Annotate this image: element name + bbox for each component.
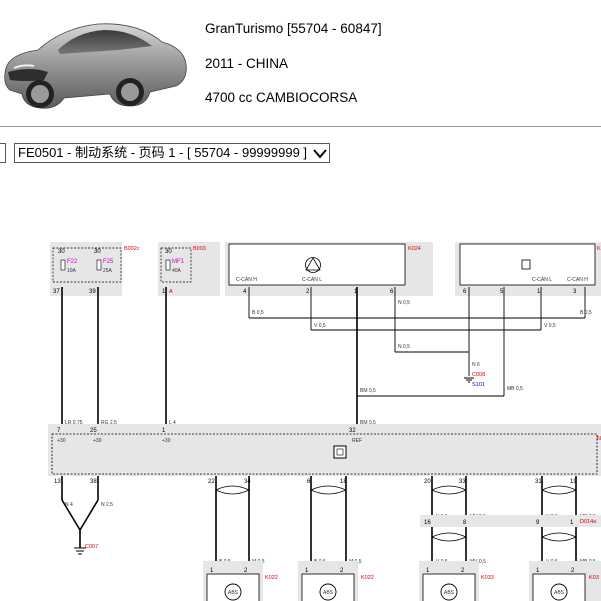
wire-label: V 0,5 bbox=[314, 323, 326, 329]
wire-label: N 0,5 bbox=[398, 300, 410, 306]
wire-label: B 0,5 bbox=[580, 310, 592, 316]
sensor-3: ABS 1 2 K033 bbox=[419, 561, 494, 601]
fusebox-b002c: 30 30 F22 10A F25 25A B002c 37 39 bbox=[50, 242, 140, 296]
pin-18: 18 bbox=[340, 479, 347, 485]
page-selector-row: FE0501 - 制动系统 - 页码 1 - [ 55704 - 9999999… bbox=[0, 142, 601, 164]
ground-c007-label: C007 bbox=[85, 544, 98, 550]
ground-c008: C008 S101 bbox=[464, 372, 485, 388]
pin-22: 22 bbox=[208, 479, 215, 485]
can-h-label-2: C-CAN H bbox=[567, 277, 588, 283]
wiring-diagram: 30 30 F22 10A F25 25A B002c 37 39 30 MF1… bbox=[48, 242, 601, 601]
main-unit-label: N bbox=[597, 436, 601, 442]
fuse-mf1-name: MF1 bbox=[172, 259, 185, 265]
main-unit: N 7 25 1 32 +30 +30 +30 REF 13 38 22 34 … bbox=[48, 424, 601, 485]
module-right: C-CAN L C-CAN H K 6 5 1 3 bbox=[455, 242, 601, 296]
page-select[interactable]: FE0501 - 制动系统 - 页码 1 - [ 55704 - 9999999… bbox=[14, 143, 331, 163]
module-right-label: K bbox=[597, 246, 601, 252]
bus-wires bbox=[248, 287, 586, 397]
wire-label: BM 0,5 bbox=[360, 388, 376, 394]
wire-label: N 6 bbox=[472, 362, 480, 368]
sensor-k033-label: K033 bbox=[481, 575, 494, 581]
ground-c007: C007 bbox=[74, 544, 98, 555]
pin-19: 19 bbox=[570, 479, 577, 485]
connector-d014a: 16 8 9 1 D014a bbox=[420, 515, 601, 527]
pin-25: 25 bbox=[90, 428, 97, 434]
pin-label: REF bbox=[352, 438, 362, 444]
fuse-f22-rating: 10A bbox=[67, 268, 77, 274]
vehicle-header: GranTurismo [55704 - 60847] 2011 - CHINA… bbox=[0, 0, 601, 128]
pin-31: 31 bbox=[535, 479, 542, 485]
pin-39: 39 bbox=[89, 289, 96, 295]
sensor-k022-label: K022 bbox=[265, 575, 278, 581]
pin-34: 34 bbox=[244, 479, 251, 485]
pin-20: 20 bbox=[424, 479, 431, 485]
fuse-mf1-top: 30 bbox=[165, 249, 172, 255]
fuse-f22-top: 30 bbox=[58, 249, 65, 255]
wire-label: MB 0,5 bbox=[507, 386, 523, 392]
wire-label: N 0,5 bbox=[398, 344, 410, 350]
abs-label: ABS bbox=[554, 590, 565, 596]
can-l-label: C-CAN L bbox=[302, 277, 322, 283]
wire-label: N 4 bbox=[65, 502, 73, 508]
sensor-k03-label: K03 bbox=[589, 575, 599, 581]
fuse-f22-name: F22 bbox=[67, 259, 78, 265]
pin-16: 16 bbox=[424, 520, 431, 526]
fusebox-b002c-label: B002c bbox=[124, 246, 140, 252]
header-divider bbox=[0, 126, 601, 127]
page-select-value: FE0501 - 制动系统 - 页码 1 - [ 55704 - 9999999… bbox=[18, 145, 308, 160]
fuse-f25-rating: 25A bbox=[103, 268, 113, 274]
fuse-mf1-rating: 40A bbox=[172, 268, 182, 274]
can-h-label: C-CAN H bbox=[236, 277, 257, 283]
pin-a-label: A bbox=[169, 289, 173, 295]
sensor-4: ABS 1 2 K03 bbox=[529, 561, 601, 601]
pin-13: 13 bbox=[54, 479, 61, 485]
twisted-pairs bbox=[215, 485, 577, 542]
model-line: GranTurismo [55704 - 60847] bbox=[205, 21, 382, 36]
abs-label: ABS bbox=[444, 590, 455, 596]
wire-label: V 0,5 bbox=[544, 323, 556, 329]
year-market: 2011 - CHINA bbox=[205, 55, 289, 71]
abs-label: ABS bbox=[228, 590, 239, 596]
sensor-2: ABS 1 2 K022 bbox=[298, 561, 374, 601]
module-k024: C-CAN H C-CAN L K024 4 2 1 6 bbox=[225, 242, 433, 296]
wire-label: N 2,5 bbox=[101, 502, 113, 508]
fusebox-b003: 30 MF1 40A B003 1 A bbox=[158, 242, 220, 296]
can-l-label-2: C-CAN L bbox=[532, 277, 552, 283]
pin-32: 32 bbox=[349, 428, 356, 434]
fusebox-b003-label: B003 bbox=[193, 246, 206, 252]
chevron-down-icon bbox=[313, 149, 327, 159]
wire-label: B 0,5 bbox=[252, 310, 264, 316]
fuse-f25-name: F25 bbox=[103, 259, 114, 265]
sensor-k022-label: K022 bbox=[361, 575, 374, 581]
vehicle-info: GranTurismo [55704 - 60847] 2011 - CHINA… bbox=[205, 20, 382, 124]
connector-d014a-label: D014a bbox=[580, 519, 597, 525]
car-image bbox=[4, 23, 187, 109]
pin-37: 37 bbox=[53, 289, 60, 295]
module-k024-label: K024 bbox=[408, 246, 421, 252]
ground-s101-label: S101 bbox=[472, 382, 485, 388]
pin-label: +30 bbox=[162, 438, 171, 444]
pin-label: +30 bbox=[57, 438, 66, 444]
pin-label: +30 bbox=[93, 438, 102, 444]
fuse-f25-top: 30 bbox=[94, 249, 101, 255]
engine-gearbox: 4700 cc CAMBIOCORSA bbox=[205, 90, 358, 105]
ground-c008-label: C008 bbox=[472, 372, 485, 378]
sensor-1: ABS 1 2 K022 bbox=[203, 561, 278, 601]
abs-label: ABS bbox=[323, 590, 334, 596]
pin-38: 38 bbox=[90, 479, 97, 485]
prev-control[interactable] bbox=[0, 143, 6, 163]
pin-33: 33 bbox=[459, 479, 466, 485]
